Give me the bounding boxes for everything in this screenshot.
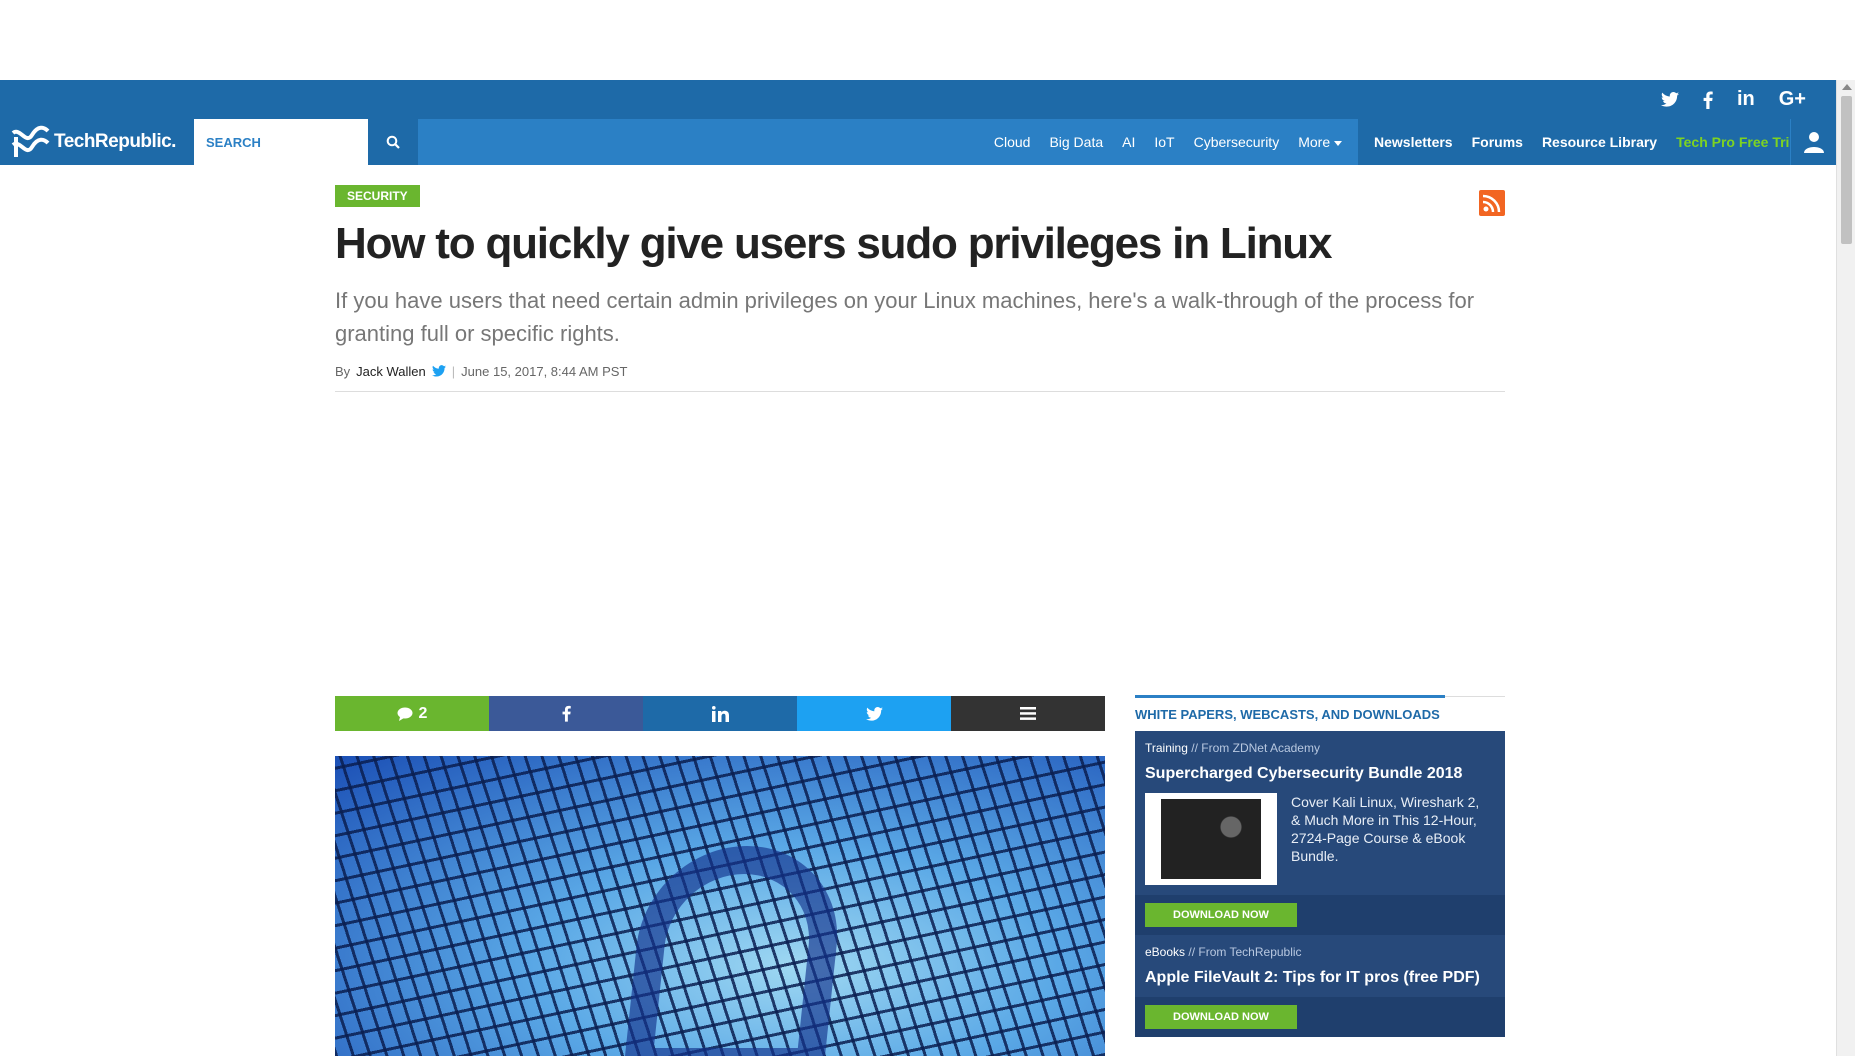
- facebook-icon[interactable]: [1703, 91, 1713, 109]
- share-more-button[interactable]: [951, 696, 1105, 731]
- linkedin-icon[interactable]: in: [1737, 88, 1755, 111]
- nav-more-label: More: [1298, 134, 1331, 150]
- nav-link-newsletters[interactable]: Newsletters: [1374, 134, 1453, 150]
- author-link[interactable]: Jack Wallen: [356, 364, 426, 379]
- author-twitter-icon[interactable]: [431, 365, 446, 377]
- promo-title[interactable]: Apple FileVault 2: Tips for IT pros (fre…: [1145, 969, 1495, 987]
- linkedin-icon: [711, 705, 729, 722]
- logo-text: TechRepublic.: [54, 131, 176, 152]
- promo-item: eBooks // From TechRepublic Apple FileVa…: [1135, 935, 1505, 1037]
- comment-count: 2: [418, 704, 428, 722]
- publish-date: June 15, 2017, 8:44 AM PST: [461, 363, 628, 379]
- social-icons: in G+: [1660, 80, 1806, 119]
- share-bar: 2: [335, 696, 1105, 731]
- promo-type: eBooks: [1145, 945, 1186, 959]
- google-plus-icon[interactable]: G+: [1779, 88, 1806, 111]
- byline: By Jack Wallen | June 15, 2017, 8:44 AM …: [335, 364, 1505, 379]
- main-nav: TechRepublic. Cloud Big Data AI IoT Cybe…: [0, 119, 1836, 165]
- promo-body: Cover Kali Linux, Wireshark 2, & Much Mo…: [1145, 793, 1495, 885]
- promo-thumbnail[interactable]: [1145, 793, 1277, 885]
- social-bar: in G+: [0, 80, 1836, 119]
- nav-link-cybersecurity[interactable]: Cybersecurity: [1194, 134, 1280, 150]
- promo-meta: Training // From ZDNet Academy: [1145, 741, 1495, 755]
- article-title: How to quickly give users sudo privilege…: [335, 219, 1332, 268]
- hamburger-menu-icon: [1020, 707, 1036, 720]
- nav-right-links: Newsletters Forums Resource Library Tech…: [1358, 119, 1836, 165]
- user-account-button[interactable]: [1790, 119, 1836, 165]
- nav-link-more[interactable]: More: [1298, 134, 1342, 150]
- scrollbar-thumb[interactable]: [1841, 96, 1852, 244]
- hero-image-lock: [335, 756, 1105, 1056]
- nav-link-cloud[interactable]: Cloud: [994, 134, 1031, 150]
- twitter-icon[interactable]: [1660, 92, 1679, 107]
- nav-link-resource-library[interactable]: Resource Library: [1542, 134, 1657, 150]
- byline-separator: |: [451, 363, 456, 379]
- search-input[interactable]: [206, 134, 356, 150]
- header-divider: [335, 390, 1505, 392]
- promo-meta: eBooks // From TechRepublic: [1145, 945, 1495, 959]
- facebook-icon: [562, 705, 571, 722]
- scrollbar[interactable]: [1836, 80, 1855, 1056]
- scroll-up-arrow-icon[interactable]: [1842, 84, 1852, 90]
- promo-type: Training: [1145, 741, 1188, 755]
- promo-description: Cover Kali Linux, Wireshark 2, & Much Mo…: [1291, 794, 1480, 864]
- promo-button-row: DOWNLOAD NOW: [1135, 997, 1505, 1037]
- chevron-down-icon: [1334, 140, 1342, 146]
- nav-links: Cloud Big Data AI IoT Cybersecurity More: [994, 119, 1342, 165]
- comment-icon: [397, 707, 413, 721]
- top-ad-space: [0, 0, 1836, 80]
- category-badge[interactable]: SECURITY: [335, 185, 420, 207]
- share-facebook-button[interactable]: [489, 696, 643, 731]
- sidebar-heading-text[interactable]: WHITE PAPERS, WEBCASTS, AND DOWNLOADS: [1135, 707, 1440, 722]
- comments-button[interactable]: 2: [335, 696, 489, 731]
- nav-link-free-trial[interactable]: Tech Pro Free Trial: [1676, 134, 1801, 150]
- promo-source: From TechRepublic: [1198, 945, 1302, 959]
- byline-prefix: By: [335, 363, 351, 379]
- user-icon: [1803, 132, 1824, 153]
- nav-link-iot[interactable]: IoT: [1154, 134, 1174, 150]
- search-box: [194, 119, 368, 165]
- download-now-button[interactable]: DOWNLOAD NOW: [1145, 1005, 1297, 1029]
- article-subtitle: If you have users that need certain admi…: [335, 287, 1475, 346]
- logo-swoosh-icon: [11, 125, 50, 157]
- promo-title[interactable]: Supercharged Cybersecurity Bundle 2018: [1145, 765, 1495, 783]
- promo-separator: //: [1188, 945, 1196, 959]
- sidebar-downloads: WHITE PAPERS, WEBCASTS, AND DOWNLOADS Tr…: [1135, 695, 1505, 1037]
- twitter-icon: [865, 706, 883, 721]
- padlock-graphic: [622, 846, 848, 1056]
- sidebar-heading: WHITE PAPERS, WEBCASTS, AND DOWNLOADS: [1135, 695, 1505, 731]
- nav-link-big-data[interactable]: Big Data: [1049, 134, 1103, 150]
- promo-separator: //: [1191, 741, 1198, 755]
- promo-source: From ZDNet Academy: [1201, 741, 1320, 755]
- promo-button-row: DOWNLOAD NOW: [1135, 895, 1505, 935]
- techrepublic-logo[interactable]: TechRepublic.: [0, 119, 194, 165]
- download-now-button[interactable]: DOWNLOAD NOW: [1145, 903, 1297, 927]
- share-twitter-button[interactable]: [797, 696, 951, 731]
- search-button[interactable]: [368, 119, 418, 165]
- promo-item: Training // From ZDNet Academy Superchar…: [1135, 731, 1505, 935]
- nav-link-ai[interactable]: AI: [1122, 134, 1135, 150]
- search-icon: [386, 135, 400, 149]
- article-header: SECURITY How to quickly give users sudo …: [335, 185, 1505, 392]
- rss-icon[interactable]: [1479, 190, 1505, 216]
- nav-link-forums[interactable]: Forums: [1472, 134, 1523, 150]
- share-linkedin-button[interactable]: [643, 696, 797, 731]
- promo-thumbnail-image: [1161, 799, 1261, 879]
